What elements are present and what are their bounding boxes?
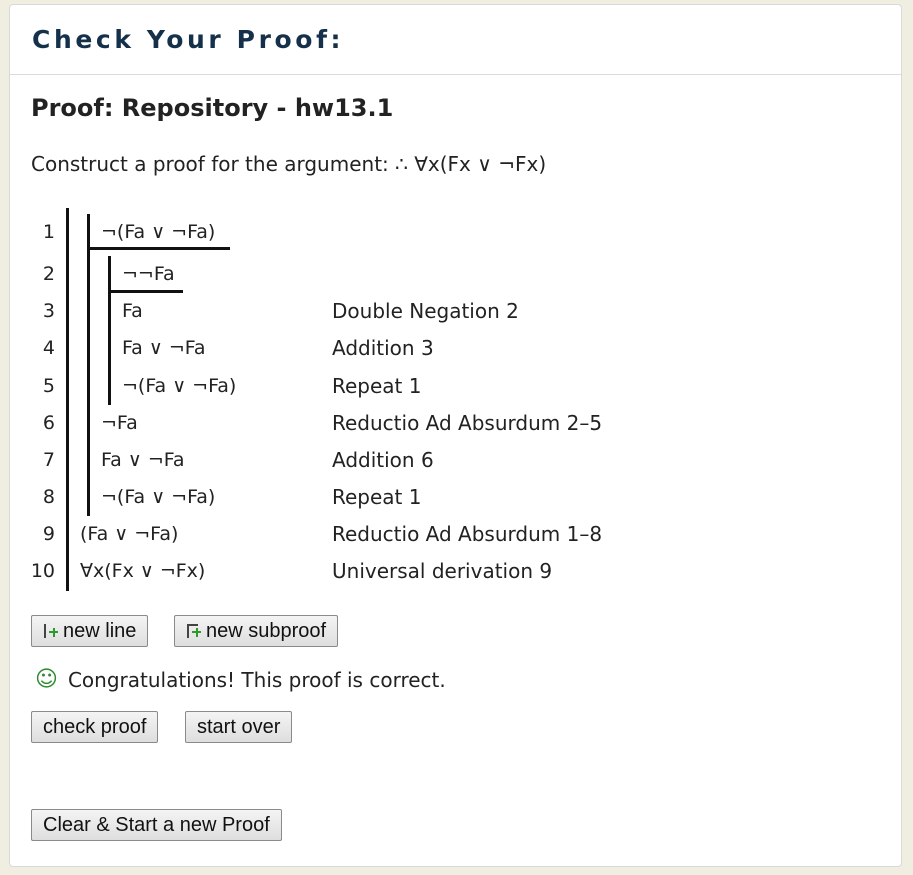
add-line-icon <box>43 623 59 639</box>
line-formula[interactable]: ¬(Fa ∨ ¬Fa) <box>122 375 236 397</box>
line-number: 8 <box>42 486 55 508</box>
panel-title: Check Your Proof: <box>32 25 345 54</box>
line-formula[interactable]: ¬¬Fa <box>122 263 175 285</box>
line-formula[interactable]: Fa ∨ ¬Fa <box>122 337 206 359</box>
line-formula[interactable]: ¬(Fa ∨ ¬Fa) <box>101 221 215 243</box>
panel-header: Check Your Proof: <box>10 5 901 75</box>
line-number: 7 <box>42 449 55 471</box>
argument-formula: ∴ ∀x(Fx ∨ ¬Fx) <box>395 152 547 176</box>
line-formula[interactable]: ¬Fa <box>101 412 138 434</box>
line-justification[interactable]: Universal derivation 9 <box>332 559 552 583</box>
line-formula[interactable]: Fa ∨ ¬Fa <box>101 449 185 471</box>
line-formula[interactable]: ¬(Fa ∨ ¬Fa) <box>101 486 215 508</box>
line-formula[interactable]: (Fa ∨ ¬Fa) <box>80 523 178 545</box>
line-justification[interactable]: Double Negation 2 <box>332 299 519 323</box>
line-formula[interactable]: Fa <box>122 300 143 322</box>
subproof-1-scope-bar <box>87 214 90 516</box>
line-number: 6 <box>42 412 55 434</box>
line-number: 9 <box>42 523 55 545</box>
subproof-2-scope-bar <box>108 256 111 405</box>
new-line-label: new line <box>63 619 137 642</box>
line-justification[interactable]: Repeat 1 <box>332 485 421 509</box>
line-number: 4 <box>42 337 55 359</box>
proof-title: Proof: Repository - hw13.1 <box>31 94 394 122</box>
new-line-button[interactable]: new line <box>31 615 149 647</box>
status-message: Congratulations! This proof is correct. <box>67 668 446 692</box>
proof-status: ☺ Congratulations! This proof is correct… <box>35 668 446 692</box>
instructions: Construct a proof for the argument: ∴ ∀x… <box>31 152 546 176</box>
line-justification[interactable]: Repeat 1 <box>332 374 421 398</box>
line-justification[interactable]: Reductio Ad Absurdum 1–8 <box>332 522 602 546</box>
main-scope-bar <box>66 208 69 591</box>
clear-new-proof-button[interactable]: Clear & Start a new Proof <box>31 809 282 841</box>
instructions-prefix: Construct a proof for the argument: <box>31 152 396 176</box>
line-number: 1 <box>42 221 55 243</box>
new-subproof-button[interactable]: new subproof <box>174 615 339 647</box>
line-justification[interactable]: Reductio Ad Absurdum 2–5 <box>332 411 602 435</box>
line-number: 2 <box>42 263 55 285</box>
check-proof-button[interactable]: check proof <box>31 711 159 743</box>
smiley-icon: ☺ <box>35 667 58 692</box>
subproof-2-assumption-line <box>108 290 183 293</box>
new-subproof-label: new subproof <box>206 619 327 642</box>
line-formula[interactable]: ∀x(Fx ∨ ¬Fx) <box>80 560 205 582</box>
start-over-button[interactable]: start over <box>185 711 293 743</box>
add-subproof-icon <box>186 623 202 639</box>
line-justification[interactable]: Addition 3 <box>332 336 434 360</box>
line-number: 5 <box>42 375 55 397</box>
line-number: 3 <box>42 300 55 322</box>
line-justification[interactable]: Addition 6 <box>332 448 434 472</box>
subproof-1-assumption-line <box>87 247 230 250</box>
line-number: 10 <box>30 560 55 582</box>
